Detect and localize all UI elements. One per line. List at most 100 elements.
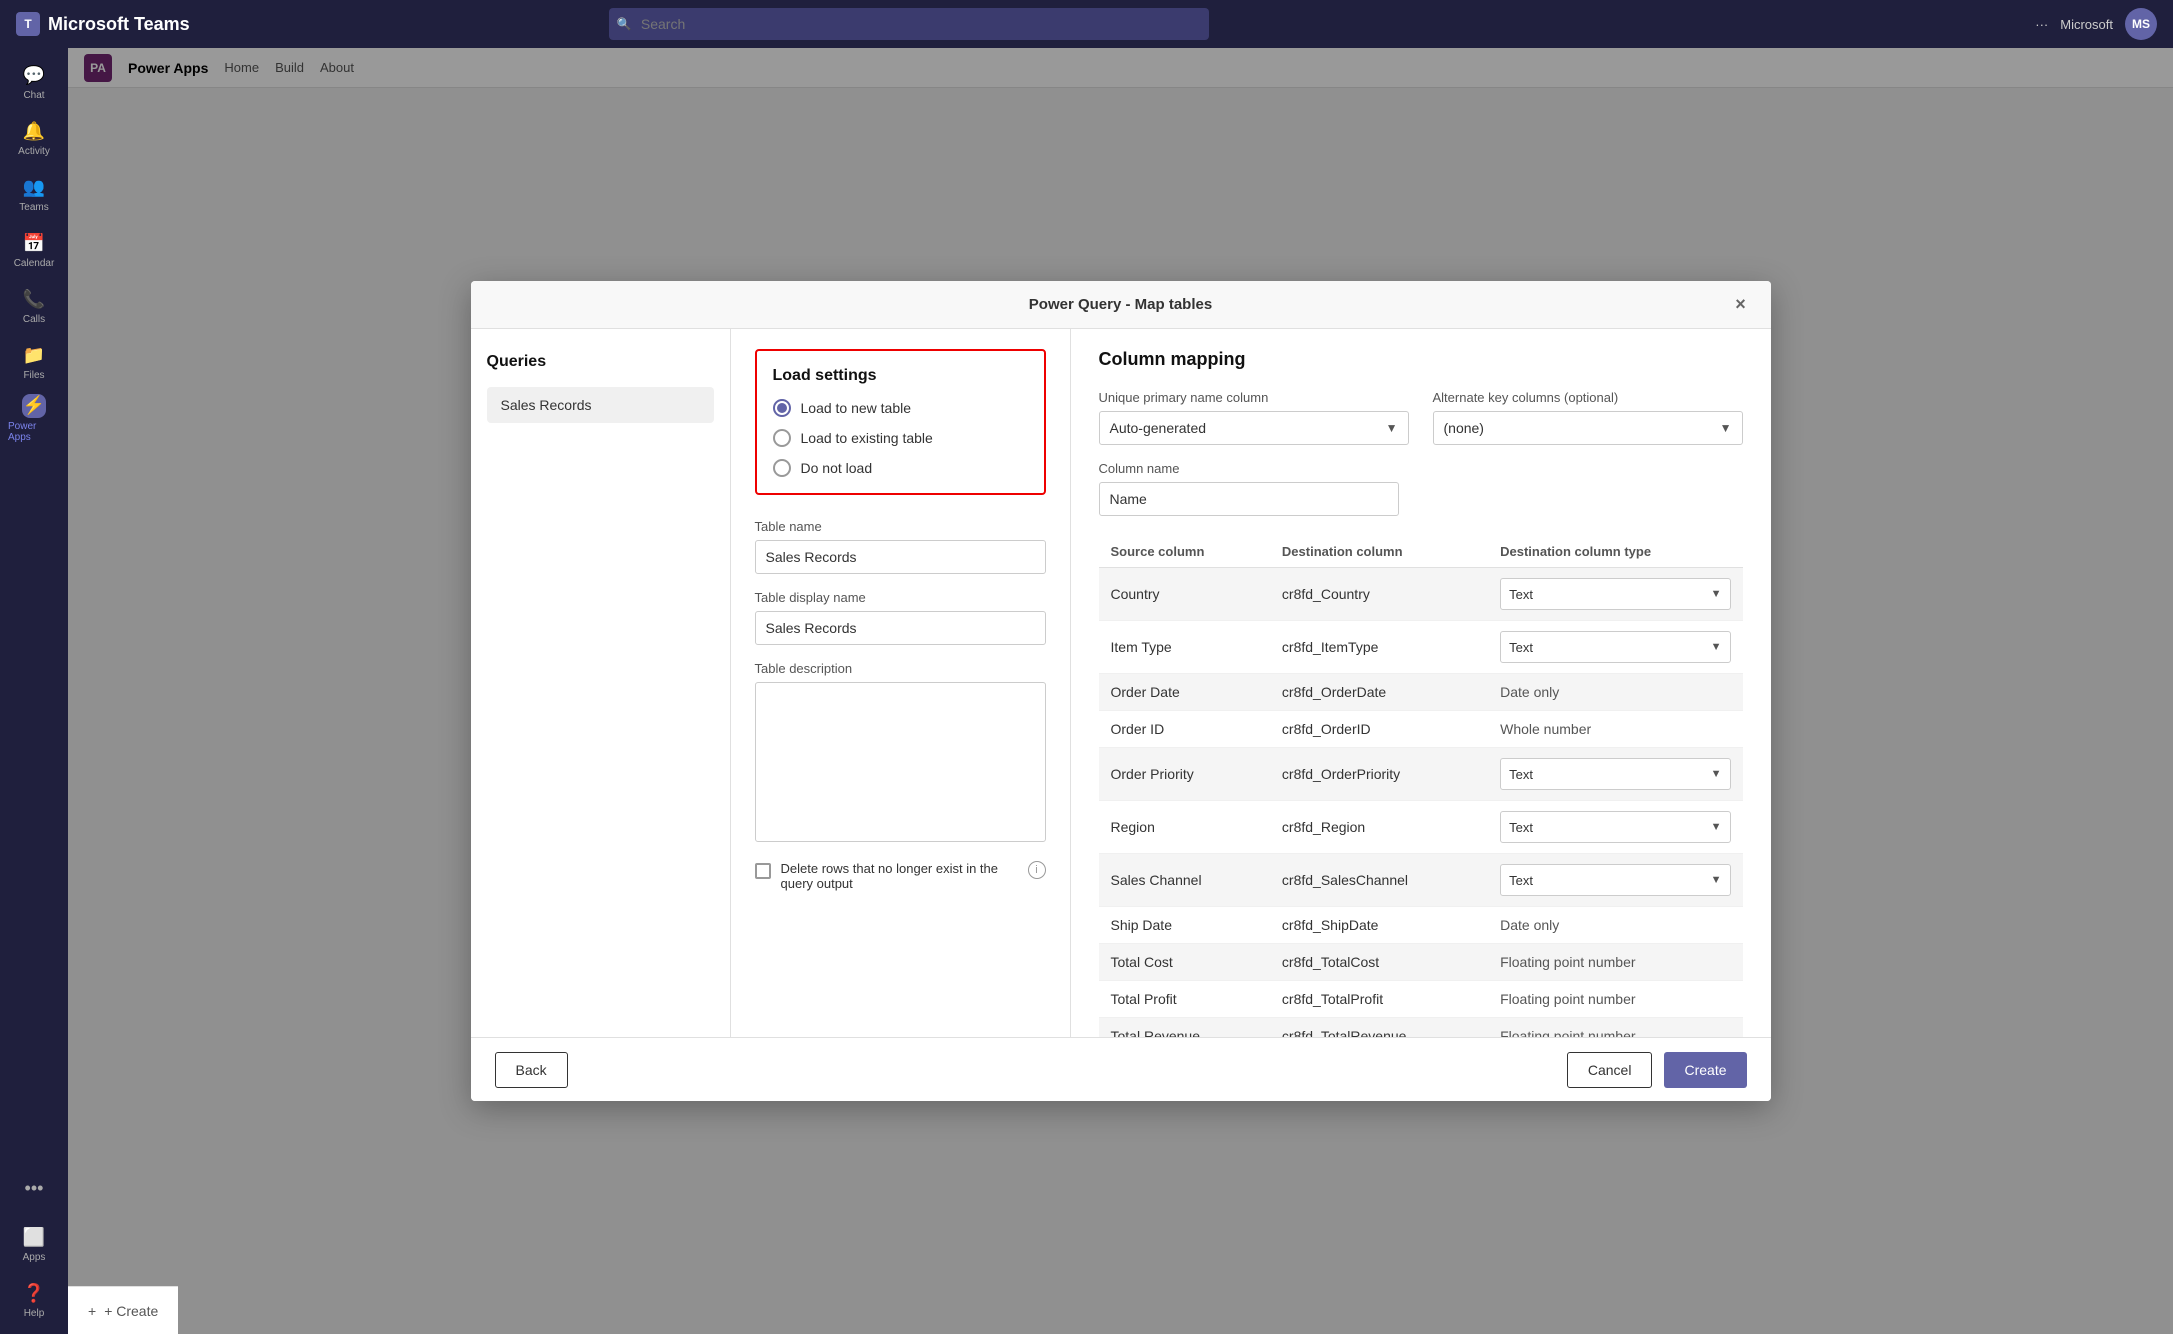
column-name-field: Column name xyxy=(1099,461,1743,516)
radio-existing-table-label: Load to existing table xyxy=(801,430,933,446)
sidebar-item-teams[interactable]: 👥 Teams xyxy=(8,168,60,220)
avatar[interactable]: MS xyxy=(2125,8,2157,40)
sidebar-item-calendar[interactable]: 📅 Calendar xyxy=(8,224,60,276)
destination-col-cell: cr8fd_Country xyxy=(1270,568,1488,621)
teams-sidebar: 💬 Chat 🔔 Activity 👥 Teams 📅 Calendar 📞 C… xyxy=(0,48,68,1334)
teams-search-area xyxy=(609,8,1209,40)
unique-primary-field: Unique primary name column Auto-generate… xyxy=(1099,390,1409,445)
mapping-top-controls: Unique primary name column Auto-generate… xyxy=(1099,390,1743,445)
table-row: Order Datecr8fd_OrderDateDate only xyxy=(1099,674,1743,711)
table-name-input[interactable] xyxy=(755,540,1046,574)
dest-type-col-cell[interactable]: Text▼ xyxy=(1488,568,1742,621)
table-description-textarea[interactable] xyxy=(755,682,1046,842)
table-row: Total Profitcr8fd_TotalProfitFloating po… xyxy=(1099,981,1743,1018)
table-display-name-input[interactable] xyxy=(755,611,1046,645)
files-icon: 📁 xyxy=(22,343,46,367)
column-mapping-title: Column mapping xyxy=(1099,349,1743,370)
dialog-column-mapping-panel: Column mapping Unique primary name colum… xyxy=(1071,329,1771,1037)
load-settings-box: Load settings Load to new table Load to … xyxy=(755,349,1046,495)
source-col-cell: Total Cost xyxy=(1099,944,1270,981)
alternate-key-select[interactable]: (none) ▼ xyxy=(1433,411,1743,445)
dest-type-col-cell[interactable]: Text▼ xyxy=(1488,748,1742,801)
main-area: PA Power Apps Home Build About Power Que… xyxy=(68,48,2173,1334)
sidebar-item-apps[interactable]: ⬜ Apps xyxy=(8,1218,60,1270)
search-input[interactable] xyxy=(609,8,1209,40)
dest-type-select[interactable]: Text▼ xyxy=(1500,811,1730,843)
user-name: Microsoft xyxy=(2060,17,2113,32)
sidebar-item-activity[interactable]: 🔔 Activity xyxy=(8,112,60,164)
dest-type-select[interactable]: Text▼ xyxy=(1500,631,1730,663)
unique-primary-select[interactable]: Auto-generated ▼ xyxy=(1099,411,1409,445)
radio-load-new-table[interactable]: Load to new table xyxy=(773,399,1028,417)
dest-type-col-cell: Floating point number xyxy=(1488,944,1742,981)
source-col-cell: Order ID xyxy=(1099,711,1270,748)
more-options-button[interactable]: ··· xyxy=(2035,17,2048,32)
radio-load-existing-table[interactable]: Load to existing table xyxy=(773,429,1028,447)
dest-type-col-cell[interactable]: Text▼ xyxy=(1488,854,1742,907)
sidebar-item-chat[interactable]: 💬 Chat xyxy=(8,56,60,108)
table-name-label: Table name xyxy=(755,519,1046,534)
source-col-cell: Region xyxy=(1099,801,1270,854)
radio-do-not-load[interactable]: Do not load xyxy=(773,459,1028,477)
load-settings-title: Load settings xyxy=(773,367,1028,385)
column-name-label: Column name xyxy=(1099,461,1743,476)
teams-app-name: Microsoft Teams xyxy=(48,14,190,35)
delete-rows-info-icon[interactable]: i xyxy=(1028,861,1046,879)
destination-col-cell: cr8fd_Region xyxy=(1270,801,1488,854)
dest-type-col-cell[interactable]: Text▼ xyxy=(1488,621,1742,674)
dialog-close-button[interactable]: × xyxy=(1727,291,1755,319)
create-bottom-bar[interactable]: + + Create xyxy=(68,1286,178,1334)
table-description-label: Table description xyxy=(755,661,1046,676)
sidebar-label-apps: Apps xyxy=(23,1252,46,1263)
radio-new-table-circle xyxy=(773,399,791,417)
activity-icon: 🔔 xyxy=(22,119,46,143)
teams-logo-icon: T xyxy=(16,12,40,36)
dest-type-select[interactable]: Text▼ xyxy=(1500,578,1730,610)
sidebar-label-powerapps: Power Apps xyxy=(8,421,60,443)
queries-title: Queries xyxy=(487,353,714,371)
unique-primary-label: Unique primary name column xyxy=(1099,390,1409,405)
destination-col-cell: cr8fd_OrderID xyxy=(1270,711,1488,748)
powerapps-icon: ⚡ xyxy=(22,394,46,418)
teams-topbar: T Microsoft Teams ··· Microsoft MS xyxy=(0,0,2173,48)
dest-type-select[interactable]: Text▼ xyxy=(1500,758,1730,790)
dest-type-col-cell[interactable]: Text▼ xyxy=(1488,801,1742,854)
alternate-key-field: Alternate key columns (optional) (none) … xyxy=(1433,390,1743,445)
sidebar-item-powerapps[interactable]: ⚡ Power Apps xyxy=(8,392,60,444)
table-row: Order Prioritycr8fd_OrderPriorityText▼ xyxy=(1099,748,1743,801)
dest-type-select[interactable]: Text▼ xyxy=(1500,864,1730,896)
teams-logo: T Microsoft Teams xyxy=(16,12,190,36)
search-wrap xyxy=(609,8,1209,40)
table-description-group: Table description xyxy=(755,661,1046,845)
delete-rows-checkbox[interactable] xyxy=(755,863,771,879)
radio-new-table-label: Load to new table xyxy=(801,400,912,416)
destination-col-cell: cr8fd_TotalCost xyxy=(1270,944,1488,981)
sidebar-label-help: Help xyxy=(24,1308,45,1319)
sidebar-item-calls[interactable]: 📞 Calls xyxy=(8,280,60,332)
sidebar-label-chat: Chat xyxy=(23,90,44,101)
sidebar-label-activity: Activity xyxy=(18,146,50,157)
create-button[interactable]: Create xyxy=(1664,1052,1746,1088)
create-icon: + xyxy=(88,1303,96,1319)
cancel-button[interactable]: Cancel xyxy=(1567,1052,1653,1088)
column-name-input[interactable] xyxy=(1099,482,1399,516)
table-row: Sales Channelcr8fd_SalesChannelText▼ xyxy=(1099,854,1743,907)
col-header-dest-type: Destination column type xyxy=(1488,536,1742,568)
query-item-sales-records[interactable]: Sales Records xyxy=(487,387,714,423)
back-button[interactable]: Back xyxy=(495,1052,568,1088)
source-col-cell: Order Date xyxy=(1099,674,1270,711)
teams-right-bar: ··· Microsoft MS xyxy=(2035,8,2157,40)
radio-do-not-load-circle xyxy=(773,459,791,477)
sidebar-item-more[interactable]: ••• xyxy=(8,1162,60,1214)
source-col-cell: Order Priority xyxy=(1099,748,1270,801)
destination-col-cell: cr8fd_OrderDate xyxy=(1270,674,1488,711)
calendar-icon: 📅 xyxy=(22,231,46,255)
sidebar-item-files[interactable]: 📁 Files xyxy=(8,336,60,388)
dialog: Power Query - Map tables × Queries Sales… xyxy=(471,281,1771,1101)
table-row: Ship Datecr8fd_ShipDateDate only xyxy=(1099,907,1743,944)
sidebar-item-help[interactable]: ❓ Help xyxy=(8,1274,60,1326)
dest-type-col-cell: Floating point number xyxy=(1488,981,1742,1018)
unique-primary-chevron: ▼ xyxy=(1386,421,1398,435)
destination-col-cell: cr8fd_SalesChannel xyxy=(1270,854,1488,907)
alternate-key-chevron: ▼ xyxy=(1720,421,1732,435)
